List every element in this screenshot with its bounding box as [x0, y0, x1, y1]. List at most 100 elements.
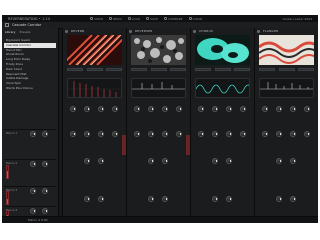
menu-clear[interactable]: CLEAR [188, 17, 202, 21]
menu-redo[interactable]: REDO [109, 17, 122, 21]
menu-undo[interactable]: UNDO [90, 17, 103, 21]
macro-knob[interactable] [30, 131, 36, 137]
param-knob[interactable] [84, 106, 90, 112]
macro-knob[interactable] [30, 208, 36, 214]
clear-icon [188, 17, 192, 20]
sync-selector[interactable] [234, 68, 250, 71]
macro-knob[interactable] [30, 188, 36, 194]
param-knob[interactable] [148, 196, 154, 202]
fx-module-reverb: REVERB [62, 28, 126, 223]
param-knob[interactable] [98, 106, 104, 112]
param-knob[interactable] [98, 158, 104, 164]
param-knob[interactable] [290, 196, 296, 202]
lfo-graph [195, 78, 250, 98]
tab-presets[interactable]: Presets [20, 30, 31, 34]
menu-save[interactable]: SAVE [146, 17, 158, 21]
param-knob[interactable] [290, 131, 296, 137]
param-knob[interactable] [84, 131, 90, 137]
param-knob[interactable] [84, 196, 90, 202]
param-knob[interactable] [176, 106, 182, 112]
type-selector[interactable] [195, 68, 211, 71]
param-knob[interactable] [276, 196, 282, 202]
param-knob[interactable] [304, 131, 310, 137]
signal-stripe [186, 135, 190, 155]
param-knob[interactable] [176, 131, 182, 137]
power-button[interactable] [129, 29, 132, 33]
menu-load[interactable]: LOAD [127, 17, 140, 21]
sync-selector[interactable] [170, 68, 186, 71]
type-selector[interactable] [259, 68, 275, 71]
param-knob[interactable] [212, 158, 218, 164]
macro-knob[interactable] [42, 188, 48, 194]
title-bar: REVERBERATING • 1:14 UNDO REDO LOAD SAVE… [2, 15, 318, 22]
param-knob[interactable] [162, 196, 168, 202]
param-knob[interactable] [262, 131, 268, 137]
macro-knob[interactable] [42, 161, 48, 167]
signal-stripe [122, 135, 126, 155]
sync-selector[interactable] [106, 68, 122, 71]
param-knob[interactable] [134, 106, 140, 112]
power-button[interactable] [65, 29, 68, 33]
module-name: REVERSER [135, 29, 153, 33]
param-knob[interactable] [134, 131, 140, 137]
param-knob[interactable] [276, 106, 282, 112]
param-knob[interactable] [148, 158, 154, 164]
param-knob[interactable] [226, 158, 232, 164]
type-selector[interactable] [131, 68, 147, 71]
param-knob[interactable] [212, 131, 218, 137]
list-item[interactable]: Words Plus Chorus [4, 86, 56, 91]
param-knob[interactable] [276, 131, 282, 137]
param-knob[interactable] [162, 106, 168, 112]
macro-section-3: Macro 3 [4, 186, 56, 205]
param-knob[interactable] [304, 106, 310, 112]
param-knob[interactable] [162, 131, 168, 137]
param-knob[interactable] [262, 106, 268, 112]
mode-selector[interactable] [278, 68, 295, 71]
param-knob[interactable] [162, 158, 168, 164]
param-knob[interactable] [212, 196, 218, 202]
menu-compare[interactable]: COMPARE [163, 17, 183, 21]
noise-artwork [131, 35, 186, 65]
param-knob[interactable] [70, 131, 76, 137]
param-knob[interactable] [112, 131, 118, 137]
macro-section-2: Macro 2 [4, 159, 56, 180]
macro-knob[interactable] [42, 208, 48, 214]
preset-name[interactable]: Cascade Corridor [12, 23, 41, 27]
param-knob[interactable] [226, 131, 232, 137]
plugin-window: REVERBERATING • 1:14 UNDO REDO LOAD SAVE… [2, 15, 318, 223]
macro-knob[interactable] [30, 161, 36, 167]
global-info: Global Loader 4094 [282, 16, 312, 21]
param-knob[interactable] [98, 131, 104, 137]
param-knob[interactable] [198, 106, 204, 112]
preset-icon[interactable] [5, 23, 9, 27]
fx-module-chorus: CHORUS [190, 28, 254, 223]
param-knob[interactable] [198, 131, 204, 137]
power-button[interactable] [193, 29, 196, 33]
param-knob[interactable] [70, 106, 76, 112]
mode-selector[interactable] [214, 68, 231, 71]
param-knob[interactable] [226, 196, 232, 202]
param-knob[interactable] [290, 106, 296, 112]
param-knob[interactable] [290, 158, 296, 164]
type-selector[interactable] [67, 68, 83, 71]
footer-label: Macro 4 0.00 [28, 218, 48, 222]
mode-selector[interactable] [150, 68, 167, 71]
macro-section-1: Macro 1 [4, 129, 56, 150]
param-knob[interactable] [226, 106, 232, 112]
macro-knob[interactable] [42, 131, 48, 137]
param-knob[interactable] [98, 196, 104, 202]
param-knob[interactable] [112, 106, 118, 112]
param-knob[interactable] [240, 106, 246, 112]
param-knob[interactable] [240, 131, 246, 137]
sync-selector[interactable] [298, 68, 314, 71]
param-knob[interactable] [84, 158, 90, 164]
mode-selector[interactable] [86, 68, 103, 71]
response-graph [259, 78, 314, 98]
power-button[interactable] [257, 29, 260, 33]
param-knob[interactable] [148, 131, 154, 137]
param-knob[interactable] [276, 158, 282, 164]
param-knob[interactable] [212, 106, 218, 112]
response-graph [67, 78, 122, 98]
tab-library[interactable]: Library [5, 30, 16, 34]
param-knob[interactable] [148, 106, 154, 112]
